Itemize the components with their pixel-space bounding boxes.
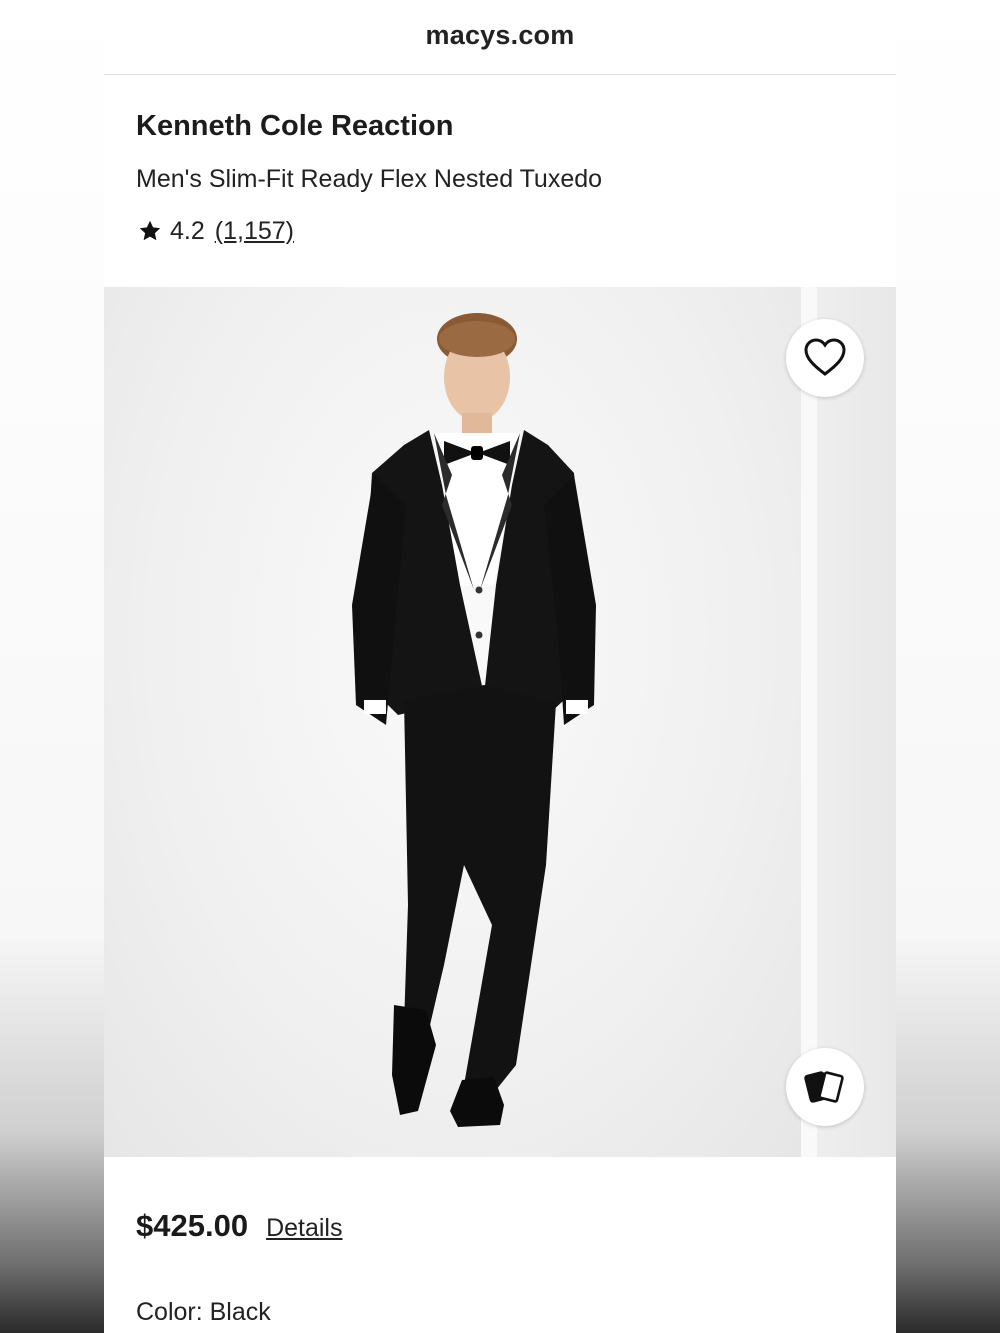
rating-value: 4.2 (170, 216, 205, 245)
rating-summary[interactable]: 4.2 (1,157) (136, 216, 864, 246)
product-title: Men's Slim-Fit Ready Flex Nested Tuxedo (136, 165, 603, 193)
brand-name[interactable]: Kenneth Cole Reaction (136, 108, 864, 144)
left-backdrop (0, 0, 104, 1333)
gallery-divider (801, 287, 817, 1157)
product-price: $425.00 (136, 1208, 249, 1243)
product-image[interactable] (104, 287, 801, 1157)
product-image-gallery[interactable] (104, 287, 896, 1157)
product-page: macys.com Kenneth Cole Reaction Men's Sl… (104, 0, 896, 1333)
address-bar[interactable]: macys.com (104, 0, 896, 75)
review-count-link[interactable]: (1,157) (215, 217, 294, 246)
tuxedo-model-illustration (352, 313, 596, 1127)
selected-color-label: Color: Black (136, 1298, 271, 1326)
url-text: macys.com (425, 19, 575, 50)
next-product-image[interactable] (817, 287, 896, 1157)
heart-icon (804, 338, 846, 376)
cards-icon (804, 1071, 844, 1103)
right-backdrop (896, 0, 1000, 1333)
product-header: Kenneth Cole Reaction Men's Slim-Fit Rea… (104, 108, 896, 246)
view-swatches-button[interactable] (786, 1048, 864, 1126)
price-row: $425.00 Details (136, 1208, 342, 1244)
add-to-favorites-button[interactable] (786, 319, 864, 397)
star-icon (139, 220, 161, 241)
details-link[interactable]: Details (266, 1214, 342, 1243)
